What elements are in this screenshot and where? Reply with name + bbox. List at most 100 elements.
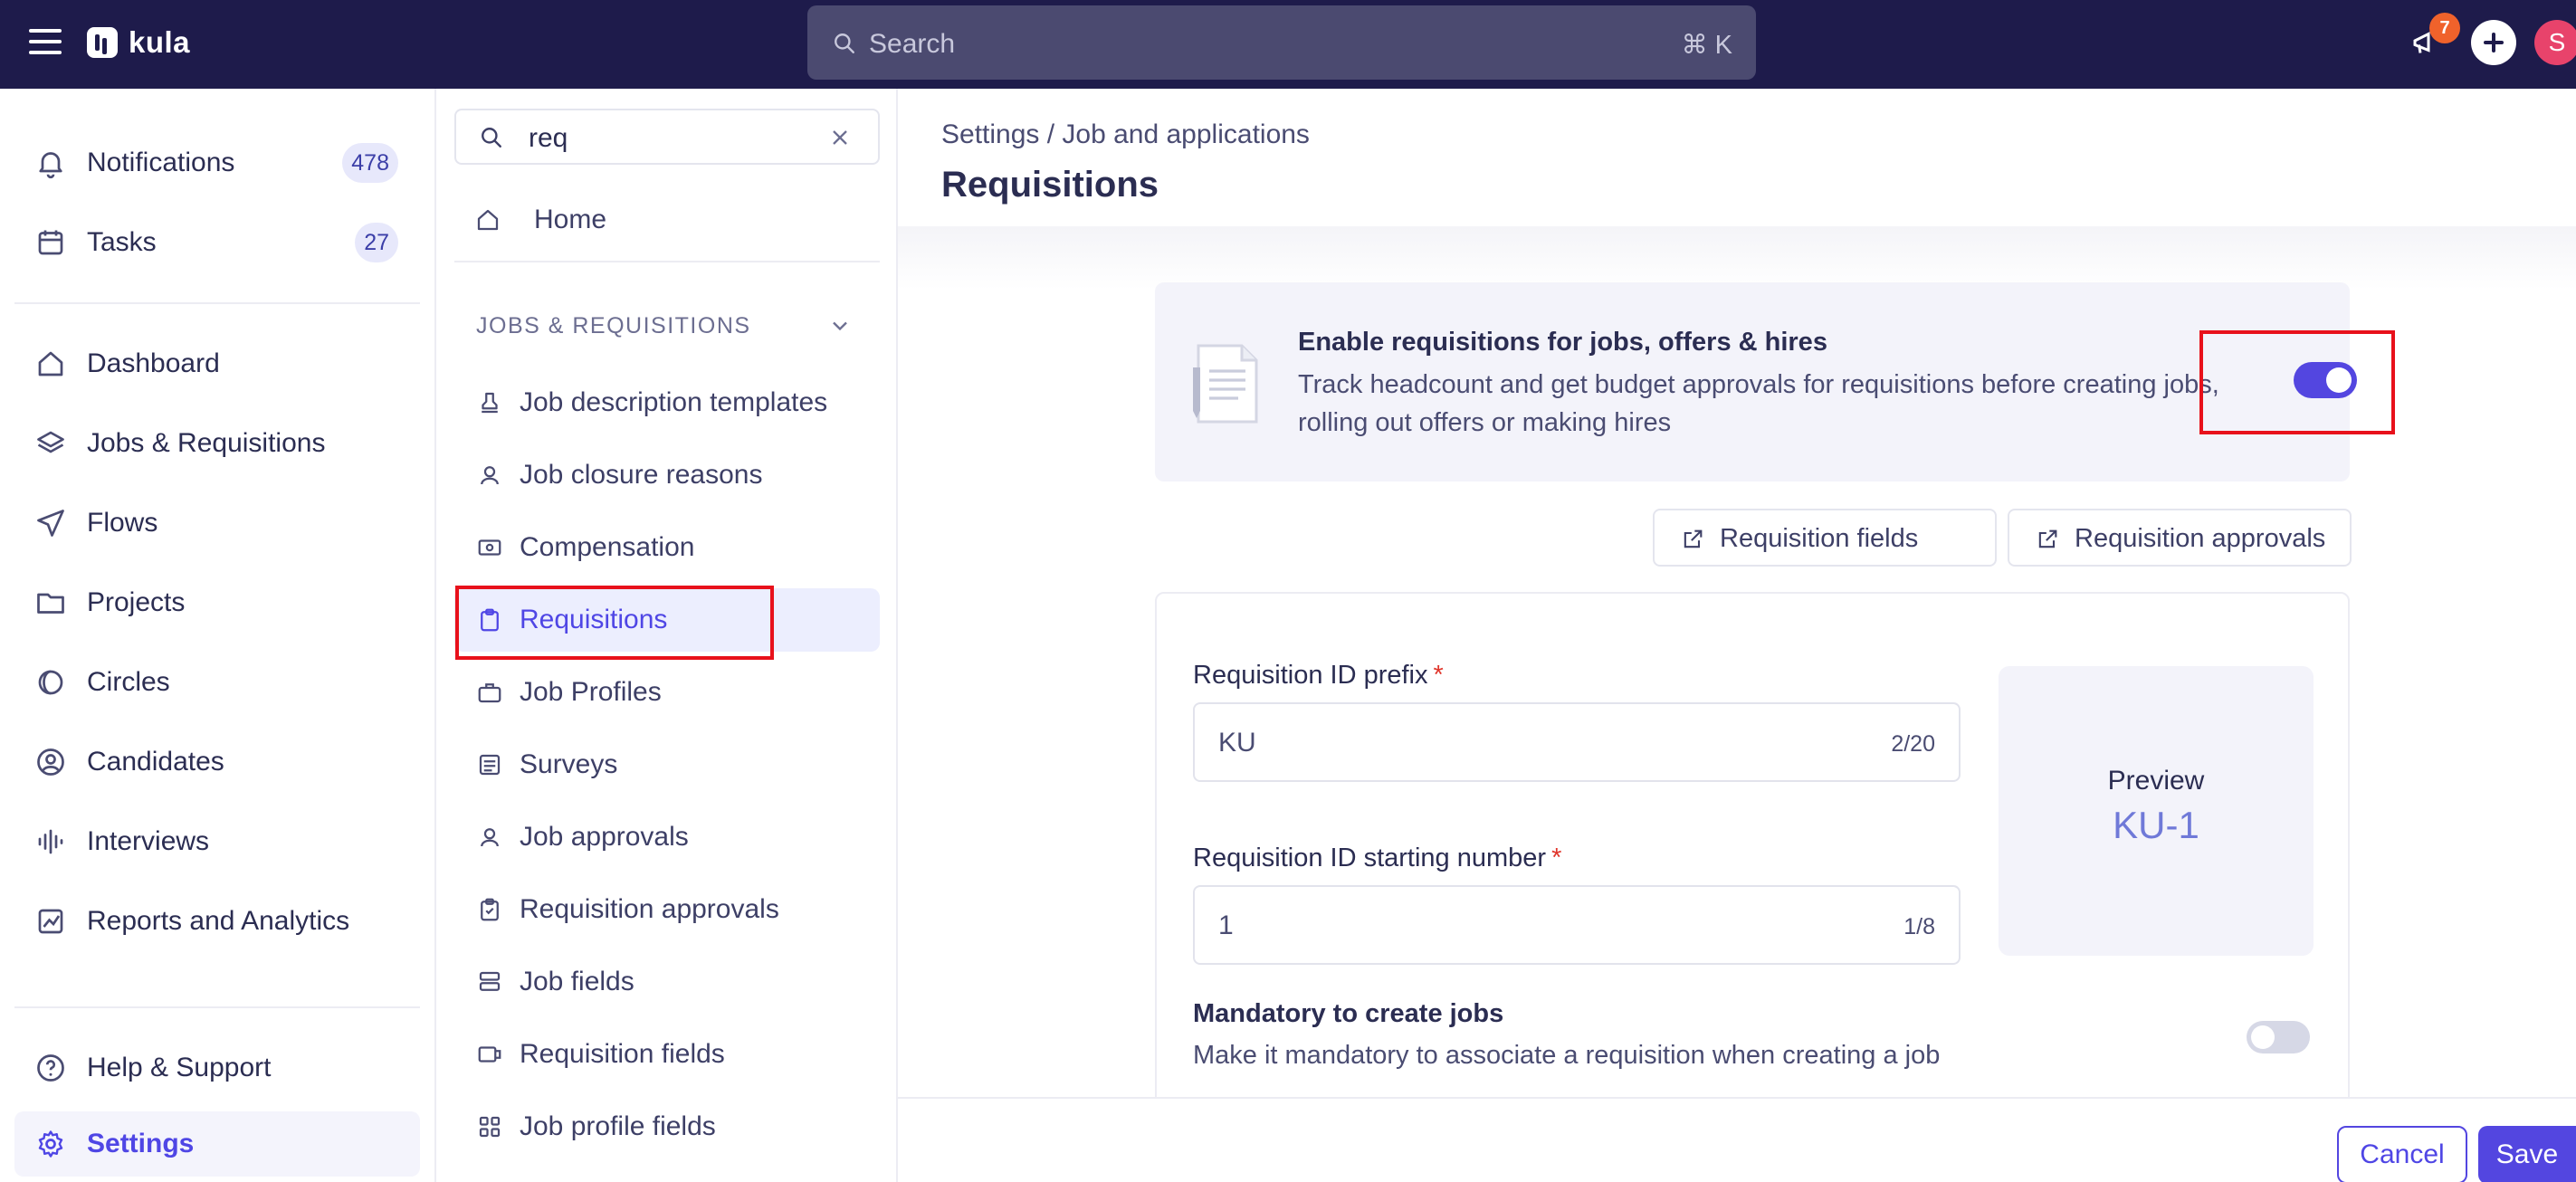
subnav-item-requisitions[interactable]: Requisitions (454, 588, 880, 652)
stamp-icon (482, 392, 498, 414)
form-footer: Cancel Save (898, 1097, 2576, 1182)
sidebar-item-dashboard[interactable]: Dashboard (14, 331, 420, 396)
subnav-item-job-closure-reasons[interactable]: Job closure reasons (454, 443, 880, 507)
requisition-fields-button[interactable]: Requisition fields (1653, 509, 1997, 567)
bell-icon (39, 152, 62, 179)
sidebar-item-label: Candidates (87, 747, 224, 777)
requisition-id-prefix-input[interactable]: KU 2/20 (1193, 702, 1961, 782)
mandatory-toggle[interactable] (2247, 1021, 2310, 1053)
clear-icon[interactable] (827, 125, 853, 150)
subnav-item-label: Job fields (520, 967, 634, 996)
sidebar-item-projects[interactable]: Projects (14, 570, 420, 635)
preview-label: Preview (2107, 766, 2205, 796)
user-check-icon (481, 828, 499, 847)
chart-icon (38, 909, 63, 934)
folder-icon (37, 593, 64, 614)
avatar[interactable]: S (2534, 20, 2576, 65)
cancel-button[interactable]: Cancel (2337, 1126, 2467, 1182)
global-search[interactable]: Search ⌘ K (807, 5, 1756, 80)
subnav-item-requisition-fields[interactable]: Requisition fields (454, 1023, 880, 1086)
sidebar-item-flows[interactable]: Flows (14, 491, 420, 556)
mandatory-title: Mandatory to create jobs (1193, 999, 1504, 1028)
create-button[interactable] (2471, 20, 2516, 65)
stack-icon (479, 971, 501, 991)
filter-value: req (529, 123, 568, 153)
mandatory-description: Make it mandatory to associate a requisi… (1193, 1041, 1941, 1070)
help-icon (37, 1054, 64, 1082)
sidebar-divider (14, 1006, 420, 1008)
save-button[interactable]: Save (2478, 1126, 2576, 1182)
clipboard-icon (481, 608, 499, 632)
enable-requisitions-card: Enable requisitions for jobs, offers & h… (1155, 282, 2357, 481)
start-number-field-label: Requisition ID starting number * (1193, 844, 1561, 873)
search-icon (835, 33, 854, 53)
subnav-item-job-approvals[interactable]: Job approvals (454, 805, 880, 869)
prefix-value: KU (1218, 728, 1256, 758)
sidebar-item-label: Flows (87, 508, 158, 538)
circles-icon (38, 670, 63, 695)
grid-icon (479, 1116, 501, 1138)
start-value: 1 (1218, 910, 1234, 940)
requisition-approvals-label: Requisition approvals (2075, 524, 2326, 553)
sidebar-item-label: Dashboard (87, 348, 220, 378)
sidebar-item-interviews[interactable]: Interviews (14, 809, 420, 874)
brand-logo[interactable]: kula (87, 25, 190, 60)
sidebar-item-label: Settings (87, 1129, 195, 1158)
subnav-item-job-description-templates[interactable]: Job description templates (454, 371, 880, 434)
section-header-jobs-requisitions[interactable]: JOBS & REQUISITIONS (476, 313, 751, 339)
subnav-item-label: Requisition approvals (520, 894, 779, 924)
calendar-icon (38, 230, 63, 255)
sidebar-item-label: Help & Support (87, 1053, 272, 1082)
sidebar-item-label: Interviews (87, 826, 210, 856)
subnav-item-label: Job Profiles (520, 677, 662, 707)
gear-icon (38, 1130, 63, 1158)
sidebar-item-candidates[interactable]: Candidates (14, 729, 420, 795)
notifications-count-badge: 478 (342, 143, 398, 183)
sidebar-item-settings[interactable]: Settings (14, 1111, 420, 1177)
home-icon (38, 351, 63, 377)
money-icon (478, 539, 501, 556)
subnav-item-compensation[interactable]: Compensation (454, 516, 880, 579)
sidebar-item-help[interactable]: Help & Support (14, 1035, 420, 1101)
chevron-down-icon[interactable] (827, 313, 853, 338)
search-icon (482, 128, 501, 148)
sidebar-item-label: Projects (87, 587, 186, 617)
subnav-item-job-profile-fields[interactable]: Job profile fields (454, 1095, 880, 1158)
audio-wave-icon (38, 829, 63, 854)
start-char-count: 1/8 (1903, 914, 1935, 939)
enable-requisitions-title: Enable requisitions for jobs, offers & h… (1298, 328, 1827, 357)
subnav-item-home[interactable]: Home (454, 188, 880, 252)
settings-filter-input[interactable]: req (454, 109, 880, 165)
sidebar-divider (14, 302, 420, 304)
brand-name: kula (129, 25, 191, 59)
announcement-badge: 7 (2429, 13, 2460, 43)
enable-requisitions-description: Track headcount and get budget approvals… (1298, 370, 2219, 437)
tasks-count-badge: 27 (355, 223, 398, 262)
search-placeholder: Search (869, 29, 956, 59)
requisition-settings-form: Requisition ID prefix * KU 2/20 Requisiti… (1155, 592, 2350, 1182)
sidebar-item-notifications[interactable]: Notifications 478 (14, 130, 420, 195)
sidebar-item-circles[interactable]: Circles (14, 650, 420, 715)
subnav-item-surveys[interactable]: Surveys (454, 733, 880, 796)
requisition-approvals-button[interactable]: Requisition approvals (2008, 509, 2352, 567)
menu-icon[interactable] (29, 29, 62, 60)
requisition-id-start-input[interactable]: 1 1/8 (1193, 885, 1961, 965)
main-content: Settings / Job and applications Requisit… (898, 89, 2576, 1182)
start-label-text: Requisition ID starting number (1193, 844, 1547, 872)
sidebar-item-jobs-requisitions[interactable]: Jobs & Requisitions (14, 411, 420, 476)
subnav-item-requisition-approvals[interactable]: Requisition approvals (454, 878, 880, 941)
sidebar-item-tasks[interactable]: Tasks 27 (14, 210, 420, 275)
subnav-item-job-profiles[interactable]: Job Profiles (454, 661, 880, 724)
required-marker: * (1433, 661, 1444, 690)
breadcrumb[interactable]: Settings / Job and applications (941, 119, 1310, 150)
tag-icon (478, 1046, 501, 1063)
enable-requisitions-toggle[interactable] (2294, 362, 2357, 398)
sidebar-item-label: Jobs & Requisitions (87, 428, 326, 458)
home-icon (477, 209, 499, 231)
subnav-item-label: Job closure reasons (520, 460, 763, 490)
subnav-item-job-fields[interactable]: Job fields (454, 950, 880, 1014)
list-icon (479, 754, 501, 776)
sidebar-item-reports[interactable]: Reports and Analytics (14, 889, 420, 954)
sidebar-item-label: Reports and Analytics (87, 906, 350, 936)
page-title: Requisitions (941, 165, 1159, 205)
